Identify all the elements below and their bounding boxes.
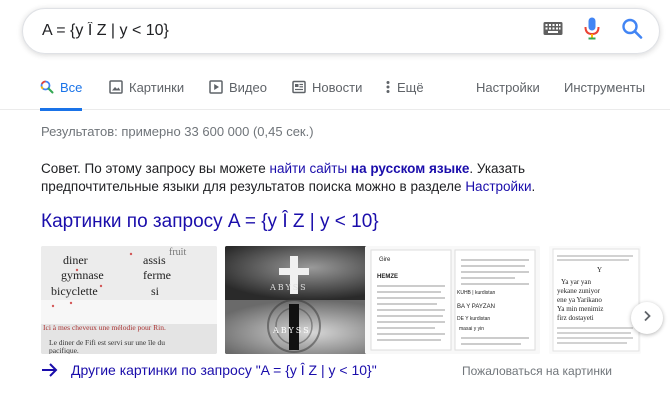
carousel-next-button[interactable] [631,302,663,334]
image-thumbnail[interactable]: Y Ya yar yan yekane zuniyor ene ya Yarik… [549,246,641,354]
arrow-right-icon [42,363,58,377]
more-images-link[interactable]: Другие картинки по запросу "A = {y Î Z |… [41,362,377,378]
tab-news[interactable]: Новости [292,70,362,110]
tab-label: Картинки [129,80,185,95]
news-icon [292,80,306,94]
search-icon [40,80,54,94]
tab-images[interactable]: Картинки [109,70,184,110]
tab-label: Видео [229,80,267,95]
thumb-caption: HEMZE [377,274,398,280]
thumb-word: fruit [169,247,186,258]
thumb-caption: Y [597,266,602,274]
thumb-caption: ene ya Yarikano [557,296,602,304]
result-stats: Результатов: примерно 33 600 000 (0,45 с… [41,124,314,139]
thumb-caption: firz dostayeti [557,314,594,322]
image-thumbnail[interactable]: Gire HEMZE KUHB | kurdistan BA Y PAYZAN … [365,246,540,354]
thumb-word: diner [63,253,88,267]
find-sites-link[interactable]: найти сайты [269,161,347,176]
thumb-caption: DE Y kurdistan [457,316,490,322]
russian-language-link[interactable]: на русском языке [351,161,469,176]
thumb-word: gymnase [61,268,104,282]
tab-settings[interactable]: Настройки [476,70,540,110]
more-images-label: Другие картинки по запросу "A = {y Î Z |… [71,362,377,378]
thumb-line: Ici à mes cheveux une mélodie pour Rin. [43,323,166,332]
thumb-caption: Gire [379,257,391,263]
thumb-caption: Ya yar yan [561,278,592,286]
thumb-caption: ABYSS [269,283,308,292]
tab-label: Ещё [397,80,424,95]
thumb-word: si [151,284,160,298]
image-thumbnail[interactable]: fruit diner assis gymnase ferme bicyclet… [41,246,217,354]
tab-video[interactable]: Видео [209,70,267,110]
tab-label: Новости [312,80,363,95]
thumb-line: pacifique. [49,346,79,354]
thumb-word: assis [143,253,166,267]
thumb-caption: yekane zuniyor [557,287,601,295]
thumb-caption: masai y yin [459,326,484,332]
search-tabs: Все Картинки Видео Новости Ещё Настройки… [0,70,670,111]
thumb-word: bicyclette [51,284,98,298]
keyboard-icon[interactable] [543,22,563,41]
thumb-caption: Ya min menimiz [557,305,603,313]
tab-tools[interactable]: Инструменты [564,70,645,110]
thumb-caption: BA Y PAYZAN [457,304,495,310]
tab-all[interactable]: Все [40,70,83,111]
tab-more[interactable]: Ещё [385,70,424,110]
tab-label: Все [60,80,83,95]
search-input[interactable] [42,22,482,40]
image-icon [109,80,123,94]
thumb-word: ferme [143,268,171,282]
more-vert-icon [385,80,393,94]
search-bar [22,8,660,54]
chevron-right-icon [641,309,653,327]
tab-label: Настройки [476,80,540,95]
report-images-link[interactable]: Пожаловаться на картинки [462,364,612,378]
search-icon[interactable] [621,18,643,45]
settings-link[interactable]: Настройки [465,179,531,194]
images-heading[interactable]: Картинки по запросу A = {y Î Z | y < 10} [41,211,379,233]
play-icon [209,80,223,94]
image-carousel: fruit diner assis gymnase ferme bicyclet… [41,246,641,354]
microphone-icon[interactable] [584,17,600,46]
language-tip: Совет. По этому запросу вы можете найти … [41,161,536,194]
thumb-caption: ABYSS [272,326,311,335]
tab-label: Инструменты [564,80,646,95]
thumb-caption: KUHB | kurdistan [457,290,495,296]
